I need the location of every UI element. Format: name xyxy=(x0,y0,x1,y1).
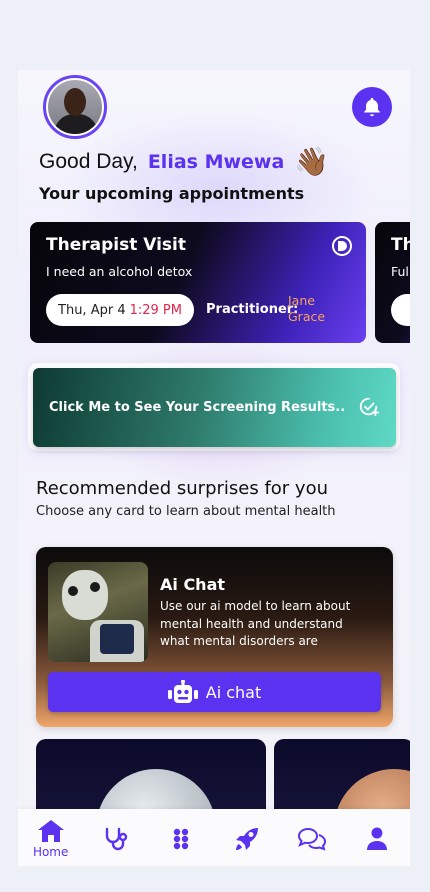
user-name: Elias Mwewa xyxy=(147,151,285,173)
app-screen: Good Day, Elias Mwewa 👋🏾 Your upcoming a… xyxy=(18,70,410,866)
ai-card-title: Ai Chat xyxy=(160,575,226,594)
avatar-photo xyxy=(48,80,102,134)
rocket-icon xyxy=(235,827,258,850)
nav-label-home: Home xyxy=(32,844,69,859)
appointments-heading: Your upcoming appointments xyxy=(39,184,305,203)
ai-chat-card[interactable]: Ai Chat Use our ai model to learn about … xyxy=(36,547,393,727)
practitioner-name-line2: Grace xyxy=(288,309,326,324)
robot-icon xyxy=(167,680,198,703)
ai-card-description: Use our ai model to learn about mental h… xyxy=(160,599,351,648)
nav-item-explore[interactable] xyxy=(222,813,272,865)
appointment-title: Th xyxy=(391,235,410,255)
practitioner-label: Practitioner: xyxy=(206,302,299,317)
clock-icon xyxy=(332,236,352,256)
ai-chat-button[interactable]: Ai chat xyxy=(48,672,381,712)
appointment-date-pill: Thu, Apr 4 1:29 PM xyxy=(46,294,194,326)
chat-icon xyxy=(297,827,326,851)
appointment-date: Thu, Apr 4 xyxy=(58,302,126,318)
stethoscope-icon xyxy=(105,827,128,850)
appointment-description: I need an alcohol detox xyxy=(46,264,193,279)
screening-label: Click Me to See Your Screening Results.. xyxy=(49,400,346,415)
avatar[interactable] xyxy=(43,75,107,139)
practitioner-name-line1: Jane xyxy=(288,293,315,308)
nav-item-apps[interactable] xyxy=(156,813,206,865)
notification-button[interactable] xyxy=(352,87,392,127)
greeting-text: Good Day, xyxy=(39,150,138,173)
greeting: Good Day, Elias Mwewa 👋🏾 xyxy=(39,148,329,176)
appointment-card[interactable]: Therapist Visit I need an alcohol detox … xyxy=(30,222,366,343)
robot-image xyxy=(48,562,148,662)
wave-icon: 👋🏾 xyxy=(294,145,330,178)
appointment-card[interactable]: Th Ful xyxy=(375,222,410,343)
recommended-title: Recommended surprises for you xyxy=(36,478,328,499)
bell-icon xyxy=(364,97,380,117)
check-plus-icon xyxy=(359,397,380,417)
screening-results-button[interactable]: Click Me to See Your Screening Results.. xyxy=(33,368,396,447)
user-icon xyxy=(367,827,388,850)
bottom-nav: Home xyxy=(18,809,410,866)
nav-item-chat[interactable] xyxy=(287,813,337,865)
appointment-time: 1:29 PM xyxy=(129,302,182,318)
appointment-description: Ful xyxy=(391,264,409,279)
grid-icon xyxy=(174,828,189,849)
nav-item-home[interactable]: Home xyxy=(26,813,76,865)
ai-chat-button-label: Ai chat xyxy=(205,682,262,702)
appointment-date-pill xyxy=(391,294,410,326)
appointment-title: Therapist Visit xyxy=(46,235,187,255)
home-icon xyxy=(37,819,64,842)
nav-item-doctor[interactable] xyxy=(91,813,141,865)
nav-item-profile[interactable] xyxy=(352,813,402,865)
practitioner-name: Jane Grace xyxy=(288,293,325,325)
recommended-subtitle: Choose any card to learn about mental he… xyxy=(36,504,336,519)
